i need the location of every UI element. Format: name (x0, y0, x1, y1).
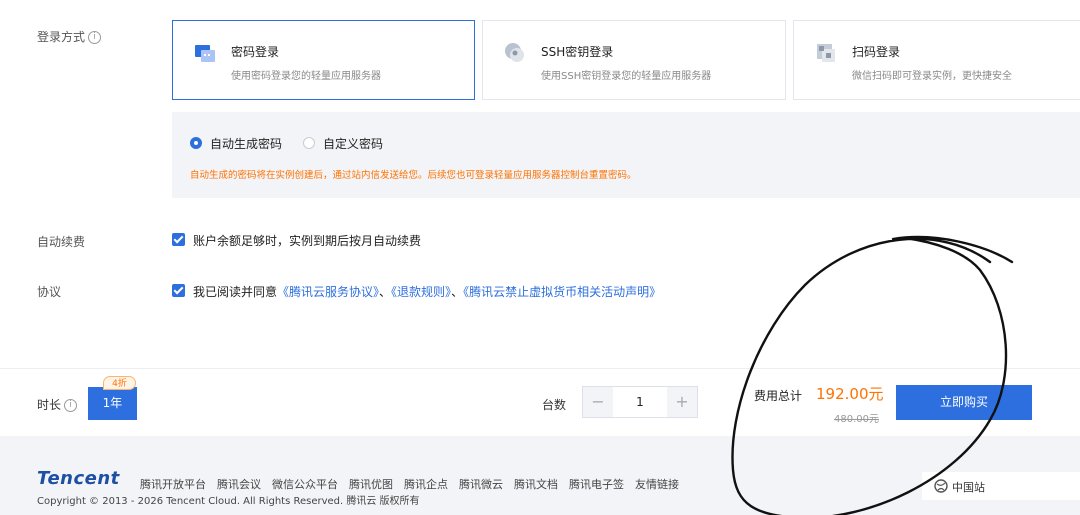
duration-label: 时长 i (37, 396, 78, 413)
link-crypto-statement[interactable]: 《腾讯云禁止虚拟货币相关活动声明》 (463, 285, 661, 299)
total-price: 192.00元 (816, 385, 884, 403)
qr-scan-icon (817, 44, 835, 62)
footer-link[interactable]: 腾讯微云 (459, 478, 503, 491)
agreement-checkbox[interactable] (172, 284, 185, 297)
total-label: 费用总计 (754, 389, 803, 403)
info-icon[interactable]: i (64, 399, 78, 412)
separator: 、 (379, 285, 392, 299)
radio-auto-password-label[interactable]: 自动生成密码 (210, 135, 282, 152)
footer-link[interactable]: 友情链接 (635, 478, 679, 491)
duration-option-1year[interactable]: 1年 (88, 387, 137, 420)
card-title: 扫码登录 (852, 45, 901, 59)
quantity-stepper[interactable]: − 1 + (582, 386, 698, 418)
quantity-label: 台数 (542, 398, 567, 412)
footer-link[interactable]: 腾讯电子签 (569, 478, 624, 491)
radio-auto-password[interactable] (190, 137, 202, 149)
plus-button[interactable]: + (667, 387, 697, 417)
duration-label-text: 时长 (37, 398, 62, 412)
auto-password-hint: 自动生成的密码将在实例创建后，通过站内信发送给您。后续您也可登录轻量应用服务器控… (190, 170, 637, 181)
region-label: 中国站 (952, 481, 985, 494)
radio-custom-password[interactable] (303, 137, 315, 149)
footer-link[interactable]: 腾讯会议 (217, 478, 261, 491)
minus-button[interactable]: − (583, 387, 613, 417)
password-login-icon (195, 45, 215, 62)
ssh-key-icon (505, 43, 524, 62)
agreement-text: 我已阅读并同意《腾讯云服务协议》、《退款规则》、《腾讯云禁止虚拟货币相关活动声明… (193, 283, 661, 300)
discount-badge: 4折 (103, 376, 136, 390)
login-method-label: 登录方式 i (37, 28, 102, 45)
globe-icon (934, 479, 948, 493)
login-card-ssh[interactable]: SSH密钥登录 使用SSH密钥登录您的轻量应用服务器 (482, 20, 786, 100)
footer-link[interactable]: 腾讯开放平台 (140, 478, 206, 491)
footer-links: 腾讯开放平台 腾讯会议 微信公众平台 腾讯优图 腾讯企点 腾讯微云 腾讯文档 腾讯电子签 友情链… (140, 473, 690, 492)
quantity-input[interactable]: 1 (613, 387, 667, 417)
auto-renew-label: 自动续费 (37, 235, 86, 249)
separator: 、 (451, 285, 464, 299)
login-card-qr[interactable]: 扫码登录 微信扫码即可登录实例，更快捷安全 (793, 20, 1080, 100)
agreement-prefix: 我已阅读并同意 (193, 285, 278, 299)
tencent-logo[interactable]: Tencent (37, 468, 120, 489)
link-refund-rules[interactable]: 《退款规则》 (391, 285, 451, 299)
agreement-label: 协议 (37, 285, 62, 299)
info-icon[interactable]: i (88, 31, 102, 44)
auto-renew-checkbox[interactable] (172, 233, 185, 246)
footer-link[interactable]: 腾讯优图 (349, 478, 393, 491)
password-options-panel: 自动生成密码 自定义密码 自动生成的密码将在实例创建后，通过站内信发送给您。后续… (172, 112, 1080, 198)
footer: Tencent 腾讯开放平台 腾讯会议 微信公众平台 腾讯优图 腾讯企点 腾讯微云 腾讯文档… (0, 436, 1080, 515)
login-method-label-text: 登录方式 (37, 30, 86, 44)
card-title: 密码登录 (231, 45, 280, 59)
footer-link[interactable]: 微信公众平台 (272, 478, 338, 491)
card-title: SSH密钥登录 (541, 45, 614, 59)
card-desc: 使用密码登录您的轻量应用服务器 (231, 71, 381, 82)
buy-now-button[interactable]: 立即购买 (896, 385, 1032, 420)
footer-link[interactable]: 腾讯企点 (404, 478, 448, 491)
card-desc: 使用SSH密钥登录您的轻量应用服务器 (541, 71, 712, 82)
region-selector[interactable]: 中国站 (922, 472, 1080, 500)
card-desc: 微信扫码即可登录实例，更快捷安全 (852, 71, 1012, 82)
auto-renew-text: 账户余额足够时，实例到期后按月自动续费 (193, 234, 422, 248)
footer-link[interactable]: 腾讯文档 (514, 478, 558, 491)
login-card-password[interactable]: 密码登录 使用密码登录您的轻量应用服务器 (172, 20, 475, 100)
original-price: 480.00元 (834, 414, 879, 425)
copyright: Copyright © 2013 - 2026 Tencent Cloud. A… (37, 496, 420, 507)
link-service-agreement[interactable]: 《腾讯云服务协议》 (277, 285, 379, 299)
radio-custom-password-label[interactable]: 自定义密码 (323, 135, 383, 152)
